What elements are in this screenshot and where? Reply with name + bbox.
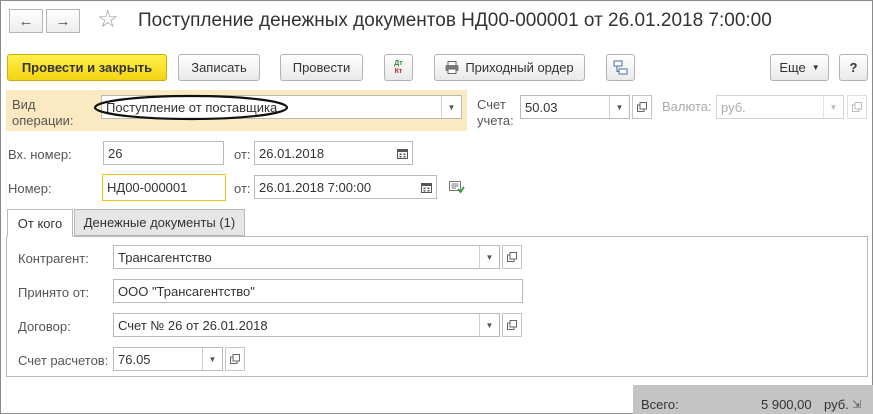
operation-type-label: Вид операции:	[12, 97, 74, 128]
dropdown-arrow-icon[interactable]: ▼	[479, 314, 499, 336]
post-and-close-button[interactable]: Провести и закрыть	[7, 54, 167, 81]
tab-money-documents[interactable]: Денежные документы (1)	[74, 209, 245, 236]
history-list-icon[interactable]	[449, 180, 465, 197]
total-currency: руб.	[824, 397, 849, 412]
incoming-number-label: Вх. номер:	[8, 147, 72, 162]
number-input[interactable]: НД00-000001	[102, 174, 226, 201]
open-window-icon	[852, 102, 862, 112]
open-account-button[interactable]	[632, 95, 652, 119]
page-title: Поступление денежных документов НД00-000…	[138, 10, 772, 31]
settlement-account-label: Счет расчетов:	[18, 353, 109, 368]
dropdown-arrow-icon[interactable]: ▼	[479, 246, 499, 268]
printer-icon	[445, 61, 459, 74]
contract-label: Договор:	[18, 319, 71, 334]
forward-button[interactable]: →	[46, 9, 80, 33]
counterparty-label: Контрагент:	[18, 251, 89, 266]
counterparty-select[interactable]: Трансагентство ▼	[113, 245, 500, 269]
post-button[interactable]: Провести	[280, 54, 363, 81]
received-from-label: Принято от:	[18, 285, 90, 300]
arrow-right-icon: →	[55, 12, 71, 30]
received-from-input[interactable]: ООО "Трансагентство"	[113, 279, 523, 303]
account-select[interactable]: 50.03 ▼	[520, 95, 630, 119]
open-window-icon	[637, 102, 647, 112]
open-window-icon	[507, 252, 517, 262]
arrow-left-icon: ←	[18, 12, 34, 30]
incoming-date-label: от:	[234, 147, 251, 162]
more-menu-button[interactable]: Еще ▼	[770, 54, 829, 81]
dropdown-arrow-icon[interactable]: ▼	[202, 348, 222, 370]
calendar-icon[interactable]	[392, 142, 412, 164]
total-label: Всего:	[641, 397, 679, 412]
open-settlement-account-button[interactable]	[225, 347, 245, 371]
annotation-ellipse	[93, 94, 289, 121]
structure-button[interactable]	[606, 54, 635, 81]
open-counterparty-button[interactable]	[502, 245, 522, 269]
open-window-icon	[230, 354, 240, 364]
back-button[interactable]: ←	[9, 9, 43, 33]
save-button[interactable]: Записать	[178, 54, 260, 81]
incoming-number-input[interactable]: 26	[103, 141, 224, 165]
structure-icon	[613, 60, 628, 75]
help-button[interactable]: ?	[839, 54, 868, 81]
dropdown-arrow-icon[interactable]: ▼	[609, 96, 629, 118]
contract-select[interactable]: Счет № 26 от 26.01.2018 ▼	[113, 313, 500, 337]
dropdown-arrow-icon[interactable]: ▼	[441, 96, 461, 118]
account-label: Счет учета:	[477, 97, 514, 128]
tab-from-whom[interactable]: От кого	[7, 209, 73, 237]
dropdown-arrow-icon: ▼	[823, 96, 843, 118]
favorite-star-icon[interactable]: ☆	[97, 6, 119, 34]
number-date-label: от:	[234, 181, 251, 196]
resize-handle-icon[interactable]: ⇲	[852, 398, 861, 411]
dropdown-arrow-icon: ▼	[811, 63, 820, 72]
calendar-icon[interactable]	[416, 176, 436, 198]
currency-select: руб. ▼	[716, 95, 844, 119]
open-currency-button	[847, 95, 867, 119]
incoming-date-input[interactable]: 26.01.2018	[254, 141, 413, 165]
document-window: ← → ☆ Поступление денежных документов НД…	[0, 0, 873, 414]
receipt-order-button[interactable]: Приходный ордер	[434, 54, 585, 81]
number-date-input[interactable]: 26.01.2018 7:00:00	[254, 175, 437, 199]
settlement-account-select[interactable]: 76.05 ▼	[113, 347, 223, 371]
dt-kt-button[interactable]: Дт Кт	[384, 54, 413, 81]
number-label: Номер:	[8, 181, 52, 196]
total-value: 5 900,00	[761, 397, 812, 412]
dt-kt-icon: Дт Кт	[394, 59, 403, 75]
currency-label: Валюта:	[662, 99, 712, 114]
open-contract-button[interactable]	[502, 313, 522, 337]
open-window-icon	[507, 320, 517, 330]
